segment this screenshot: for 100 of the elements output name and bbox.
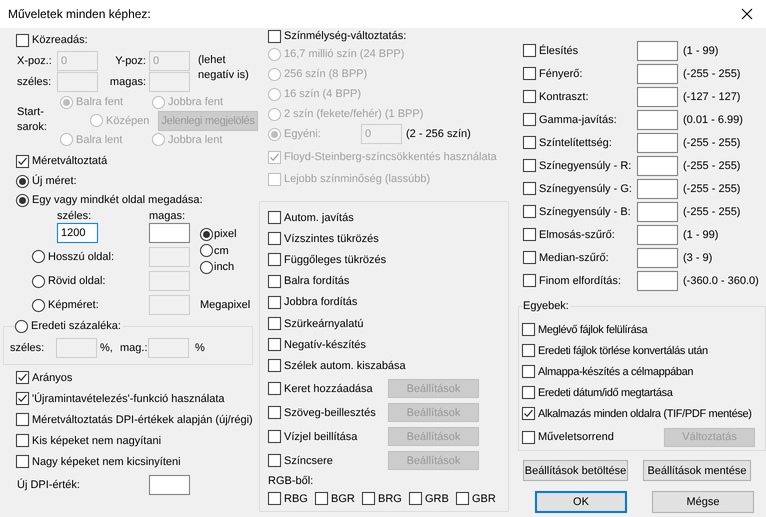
option-label[interactable]: Színegyensúly - G: (539, 182, 637, 194)
option-label[interactable]: Nagy képeket nem kicsinyíteni (32, 456, 181, 468)
option-label[interactable]: Kis képeket nem nagyítani (32, 434, 162, 446)
option-label[interactable]: Egy vagy mindkét oldal megadása: (32, 194, 203, 206)
input-field[interactable] (637, 270, 678, 290)
checkbox[interactable] (268, 274, 281, 288)
option-label[interactable]: Szélek autom. kiszabása (284, 360, 406, 372)
input-field[interactable] (637, 40, 678, 60)
checkbox[interactable] (16, 413, 29, 426)
option-label[interactable]: Vízjel beillítása (284, 430, 388, 442)
option-label[interactable]: Élesítés (539, 44, 637, 56)
checkbox[interactable] (409, 492, 422, 505)
option-label[interactable]: Színegyensúly - R: (539, 160, 637, 172)
option-label[interactable]: Alkalmazás minden oldalra (TIF/PDF mentése) (538, 408, 752, 420)
input-field[interactable] (149, 246, 190, 266)
option-label[interactable]: Hosszú oldal: (48, 250, 114, 262)
input-field[interactable] (637, 156, 678, 176)
checkbox[interactable] (268, 492, 281, 505)
checkbox[interactable] (523, 182, 536, 195)
checkbox[interactable] (523, 113, 536, 126)
input-field[interactable] (149, 72, 190, 92)
checkbox[interactable] (268, 430, 281, 443)
checkbox[interactable] (268, 211, 281, 224)
option-label[interactable]: Új méret: (32, 175, 77, 187)
cancel-button[interactable]: Mégse (652, 491, 754, 513)
input-field[interactable] (149, 295, 190, 315)
option-label[interactable]: Fényerő: (539, 68, 637, 80)
radio-button[interactable] (16, 194, 29, 206)
radio-button[interactable] (32, 298, 45, 312)
option-label[interactable]: Finom elfordítás: (539, 274, 637, 286)
checkbox[interactable] (523, 228, 536, 241)
option-label[interactable]: pixel (214, 228, 237, 240)
checkbox[interactable] (522, 344, 535, 357)
checkbox[interactable] (268, 406, 281, 419)
option-label[interactable]: Negatív-készítés (284, 338, 366, 351)
option-label[interactable]: cm (214, 244, 229, 257)
option-label[interactable]: 'Újramintavételezés'-funkció használata (32, 392, 225, 404)
checkbox[interactable] (523, 67, 536, 80)
checkbox[interactable] (16, 455, 29, 468)
option-label[interactable]: Jobbra fordítás (284, 296, 358, 308)
input-field[interactable] (637, 202, 678, 222)
option-label[interactable]: Vízszintes tükrözés (284, 232, 379, 245)
option-label[interactable]: Eredeti dátum/idő megtartása (538, 386, 673, 398)
radio-button[interactable] (32, 250, 45, 263)
radio-button[interactable] (200, 260, 213, 274)
option-label[interactable]: inch (214, 261, 234, 274)
input-field[interactable] (637, 178, 678, 198)
checkbox[interactable] (523, 251, 536, 264)
checkbox[interactable] (523, 159, 536, 172)
checkbox[interactable] (268, 253, 281, 266)
checkbox[interactable] (523, 136, 536, 149)
option-label[interactable]: GRB (425, 492, 449, 504)
option-label[interactable]: Median-szűrő: (539, 252, 637, 264)
option-label[interactable]: BRG (378, 492, 402, 504)
option-label[interactable]: Rövid oldal: (48, 275, 106, 287)
checkbox[interactable] (16, 371, 29, 384)
checkbox[interactable] (523, 274, 536, 287)
input-field[interactable] (637, 86, 678, 106)
load-settings-button[interactable]: Beállítások betöltése (523, 460, 628, 481)
input-field[interactable] (637, 248, 678, 268)
input-field[interactable] (149, 222, 190, 242)
option-label[interactable]: Színcsere (284, 454, 388, 466)
option-label[interactable]: GBR (472, 492, 496, 504)
option-label[interactable]: Színegyensúly - B: (539, 206, 637, 218)
option-label[interactable]: Almappa-készítés a célmappában (538, 366, 694, 378)
checkbox[interactable] (268, 454, 281, 467)
input-field[interactable] (149, 475, 190, 495)
checkbox[interactable] (268, 359, 281, 372)
option-label[interactable]: Keret hozzáadása (284, 382, 388, 394)
input-field[interactable] (56, 338, 97, 358)
option-label[interactable]: RBG (284, 492, 308, 504)
ok-button[interactable]: OK (535, 491, 627, 513)
checkbox[interactable] (16, 434, 29, 447)
input-field[interactable]: 1200 (57, 222, 98, 242)
radio-button[interactable] (32, 274, 45, 288)
option-label[interactable]: Szöveg-beillesztés (284, 406, 388, 418)
input-field[interactable] (637, 64, 678, 84)
option-label[interactable]: Méretváltoztatás DPI-értékek alapján (új/régi) (32, 414, 253, 426)
input-field[interactable] (637, 224, 678, 244)
checkbox[interactable] (523, 44, 536, 57)
option-label[interactable]: Színtelítettség: (539, 136, 637, 148)
option-label[interactable]: Gamma-javítás: (539, 114, 637, 126)
option-label[interactable]: Arányos (32, 372, 72, 384)
checkbox[interactable] (522, 386, 535, 399)
checkbox[interactable] (522, 365, 535, 378)
option-label[interactable]: Balra fordítás (284, 275, 350, 288)
option-label[interactable]: Eredeti fájlok törlése konvertálás után (538, 344, 708, 356)
save-settings-button[interactable]: Beállítások mentése (643, 460, 751, 481)
checkbox[interactable] (268, 382, 281, 395)
option-label[interactable]: Elmosás-szűrő: (539, 228, 637, 240)
checkbox[interactable] (362, 492, 375, 505)
checkbox[interactable] (315, 492, 328, 505)
input-field[interactable] (148, 338, 189, 358)
checkbox[interactable] (523, 205, 536, 218)
checkbox[interactable] (523, 90, 536, 103)
input-field[interactable] (57, 72, 98, 92)
option-label[interactable]: Autom. javítás (284, 212, 354, 224)
option-label[interactable]: BGR (331, 492, 355, 504)
radio-button[interactable] (200, 244, 213, 258)
checkbox[interactable] (16, 154, 29, 168)
